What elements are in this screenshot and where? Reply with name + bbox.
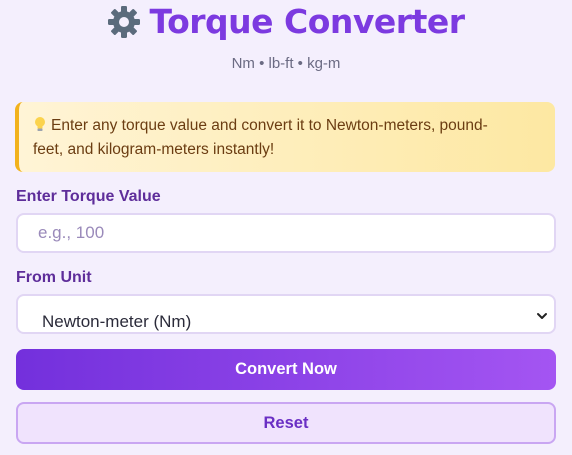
from-unit-select[interactable]: Newton-meter (Nm) [16,294,556,334]
gear-icon [107,5,141,39]
convert-button[interactable]: Convert Now [16,349,556,390]
chevron-down-icon [536,309,548,321]
lightbulb-icon [33,116,47,132]
from-unit-label: From Unit [16,269,92,286]
page-title: Torque Converter [149,2,465,41]
info-tip: Enter any torque value and convert it to… [15,102,555,172]
tip-text-line-2: feet, and kilogram-meters instantly! [33,141,275,158]
page-subtitle: Nm • lb-ft • kg-m [231,55,341,72]
from-unit-selected-value: Newton-meter (Nm) [42,312,192,331]
app-header: Torque Converter [0,2,572,41]
torque-value-input[interactable] [16,213,556,253]
tip-text-line-1: Enter any torque value and convert it to… [51,117,488,134]
reset-button[interactable]: Reset [16,402,556,444]
torque-value-label: Enter Torque Value [16,188,161,205]
